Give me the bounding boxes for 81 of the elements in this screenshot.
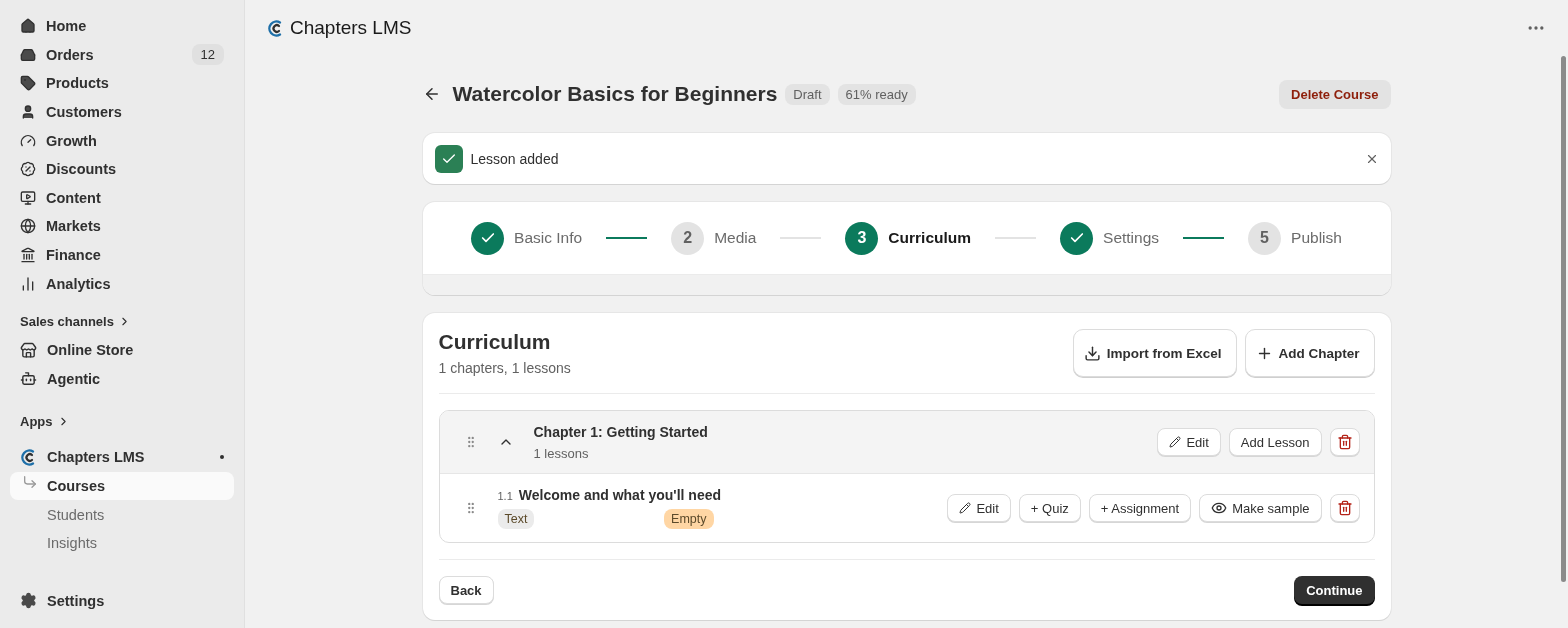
- percent-badge-icon: [20, 161, 36, 178]
- chapter-title: Chapter 1: Getting Started: [533, 423, 709, 440]
- nav-item[interactable]: Finance: [10, 240, 234, 270]
- dot-icon: [220, 455, 224, 460]
- step-connector: [606, 237, 648, 239]
- lesson-tag: Text: [497, 509, 535, 529]
- eye-icon: [1211, 500, 1228, 516]
- nav-item[interactable]: Insights: [10, 528, 234, 558]
- step-circle: 3: [845, 221, 879, 255]
- nav-item[interactable]: Customers: [10, 97, 234, 127]
- robot-icon: [20, 370, 37, 388]
- nav-item[interactable]: Courses: [10, 471, 234, 501]
- logo-icon: [267, 18, 284, 38]
- back-button[interactable]: Back: [438, 576, 494, 604]
- step-connector: [1183, 237, 1225, 239]
- image-icon: [20, 189, 36, 206]
- step-label[interactable]: Publish: [1291, 229, 1342, 247]
- step-label[interactable]: Settings: [1103, 229, 1160, 247]
- section-link[interactable]: Sales channels: [10, 307, 234, 336]
- edit-button[interactable]: Edit: [1157, 428, 1221, 456]
- nav-item[interactable]: Markets: [10, 212, 234, 241]
- bank-icon: [20, 247, 36, 264]
- globe-icon: [20, 218, 36, 235]
- lesson-title: Welcome and what you'll need: [518, 487, 722, 503]
- status-badge: Draft: [785, 83, 830, 105]
- nav-item[interactable]: Content: [10, 183, 234, 213]
- nav-item[interactable]: Settings: [10, 586, 234, 615]
- nav-item[interactable]: Chapters LMS: [10, 443, 234, 472]
- status-badge: 61% ready: [837, 83, 916, 105]
- count-badge: 12: [191, 44, 224, 66]
- lesson-count: 1 lessons: [533, 445, 590, 461]
- bar-chart-icon: [20, 275, 36, 292]
- nav-item[interactable]: Students: [10, 500, 234, 529]
- import-button[interactable]: Import from Excel: [1072, 329, 1237, 377]
- trash-icon: [1336, 434, 1353, 450]
- nav-item[interactable]: Orders 12: [10, 40, 234, 70]
- action-button[interactable]: + Quiz: [1018, 494, 1081, 522]
- scrollbar[interactable]: [1560, 56, 1568, 582]
- make-sample-button[interactable]: Make sample: [1199, 494, 1322, 522]
- section-link[interactable]: Apps: [10, 407, 234, 436]
- home-icon: [20, 18, 36, 35]
- step-circle: 2: [671, 221, 705, 255]
- add-chapter-button[interactable]: Add Chapter: [1244, 329, 1375, 377]
- nav-item[interactable]: Growth: [10, 126, 234, 155]
- branch-icon: [22, 473, 38, 490]
- nav-item[interactable]: Online Store: [10, 335, 234, 365]
- nav-item[interactable]: Analytics: [10, 269, 234, 298]
- nav-item[interactable]: Products: [10, 69, 234, 98]
- check-icon: [434, 144, 463, 173]
- action-button[interactable]: + Assignment: [1088, 494, 1192, 522]
- pencil-icon: [959, 502, 972, 514]
- delete-button[interactable]: [1329, 494, 1360, 522]
- nav-item[interactable]: Agentic: [10, 364, 234, 394]
- step-label[interactable]: Curriculum: [888, 229, 972, 247]
- toast-message: Lesson added: [470, 150, 560, 167]
- app-title: Chapters LMS: [290, 17, 413, 39]
- step-label[interactable]: Basic Info: [514, 229, 583, 247]
- step-circle: 5: [1248, 221, 1282, 255]
- nav-item[interactable]: Home: [10, 12, 234, 41]
- inbox-icon: [20, 46, 36, 63]
- delete-button[interactable]: [1329, 428, 1360, 456]
- nav-item[interactable]: Discounts: [10, 154, 234, 184]
- lesson-number: 1.1: [497, 490, 513, 502]
- store-icon: [20, 341, 37, 359]
- logo-icon: [20, 447, 37, 467]
- continue-button[interactable]: Continue: [1294, 576, 1375, 604]
- gauge-icon: [20, 132, 36, 149]
- edit-button[interactable]: Edit: [947, 494, 1011, 522]
- summary-text: 1 chapters, 1 lessons: [438, 360, 572, 376]
- section-title: Curriculum: [438, 330, 552, 354]
- tag-icon: [20, 75, 36, 92]
- pencil-icon: [1169, 436, 1182, 448]
- lesson-tag: Empty: [664, 509, 714, 529]
- trash-icon: [1336, 500, 1353, 516]
- course-title: Watercolor Basics for Beginners: [452, 82, 778, 106]
- person-icon: [20, 104, 36, 121]
- delete-course-button[interactable]: Delete Course: [1279, 79, 1391, 109]
- action-button[interactable]: Add Lesson: [1228, 428, 1322, 456]
- download-icon: [1083, 344, 1101, 362]
- step-label[interactable]: Media: [714, 229, 757, 247]
- settings-icon: [20, 592, 37, 610]
